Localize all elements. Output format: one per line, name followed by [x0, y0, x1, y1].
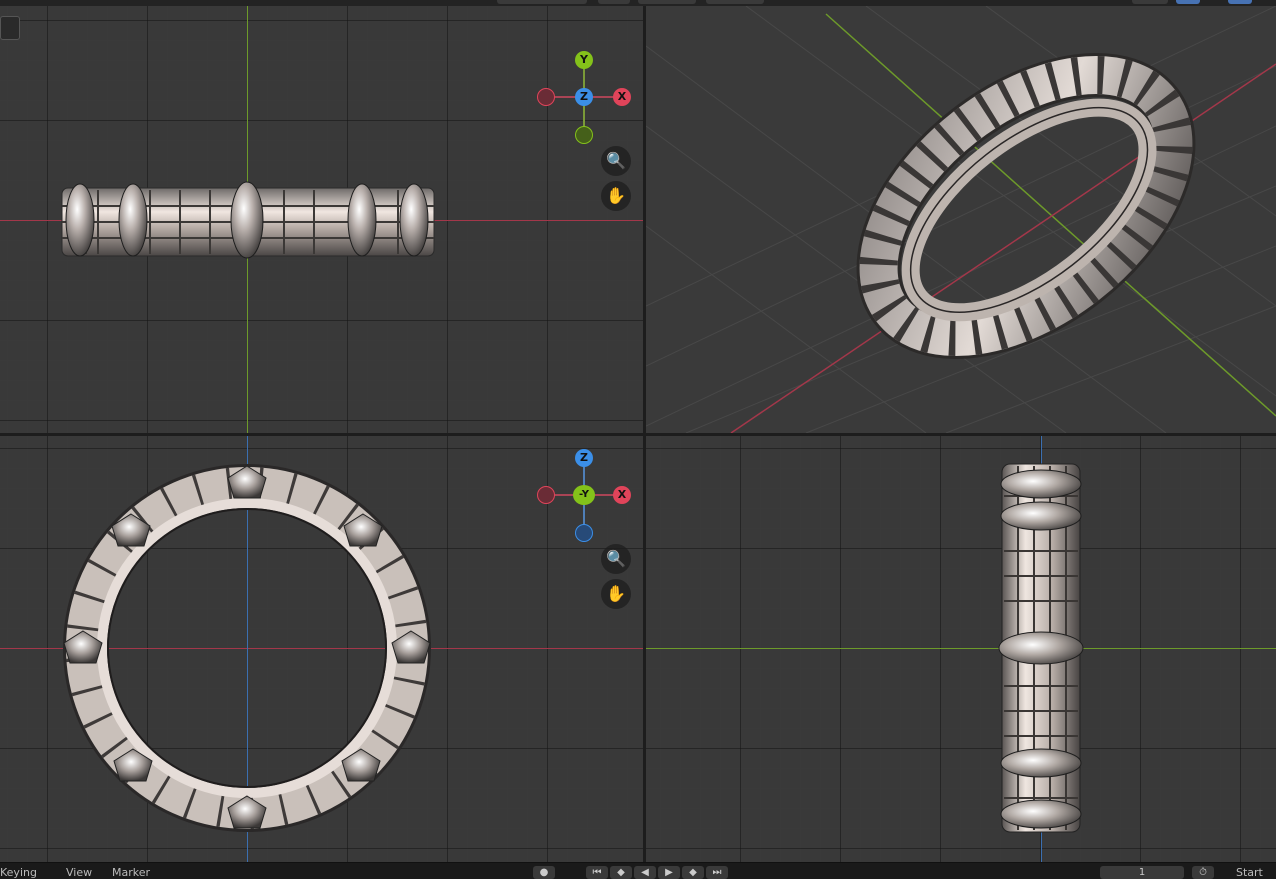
gizmo-x-axis[interactable]: X: [613, 486, 631, 504]
gizmo-neg-y-axis[interactable]: -Y: [573, 485, 595, 505]
prev-keyframe-button[interactable]: ◆: [610, 866, 632, 879]
menu-view[interactable]: View: [66, 866, 92, 879]
jump-start-button[interactable]: ⏮: [586, 866, 608, 879]
timeline-header: Keying View Marker ● ⏮ ◆ ◀ ▶ ◆ ⏭ 1 ⏱ Sta…: [0, 862, 1276, 879]
ring-side-view: [998, 463, 1084, 833]
header-widget[interactable]: [706, 0, 764, 4]
hand-icon[interactable]: ✋: [601, 579, 631, 609]
viewport-perspective[interactable]: [646, 6, 1276, 433]
hand-icon[interactable]: ✋: [601, 181, 631, 211]
viewport-top[interactable]: Z -Y X 🔍 ✋: [0, 436, 643, 862]
gizmo-neg-x-axis[interactable]: [537, 88, 555, 106]
gizmo-neg-y-axis[interactable]: [575, 126, 593, 144]
stopwatch-icon[interactable]: ⏱: [1192, 866, 1214, 879]
current-frame-field[interactable]: 1: [1100, 866, 1184, 879]
viewport-side[interactable]: [646, 436, 1276, 862]
header-widget[interactable]: [497, 0, 587, 4]
start-frame-label[interactable]: Start: [1236, 866, 1263, 879]
record-button[interactable]: ●: [533, 866, 555, 879]
next-keyframe-button[interactable]: ◆: [682, 866, 704, 879]
gizmo-neg-z-axis[interactable]: [575, 524, 593, 542]
play-reverse-button[interactable]: ◀: [634, 866, 656, 879]
zoom-icon[interactable]: 🔍: [601, 544, 631, 574]
header-toggle[interactable]: [1176, 0, 1200, 4]
menu-marker[interactable]: Marker: [112, 866, 150, 879]
header-widget[interactable]: [638, 0, 696, 4]
navigation-gizmo[interactable]: Z -Y X: [535, 446, 635, 546]
menu-keying[interactable]: Keying: [0, 866, 37, 879]
viewport-front[interactable]: Y Z X 🔍 ✋: [0, 6, 643, 433]
zoom-icon[interactable]: 🔍: [601, 146, 631, 176]
header-widget[interactable]: [598, 0, 630, 4]
jump-end-button[interactable]: ⏭: [706, 866, 728, 879]
play-button[interactable]: ▶: [658, 866, 680, 879]
gizmo-z-axis[interactable]: Z: [575, 449, 593, 467]
gizmo-neg-x-axis[interactable]: [537, 486, 555, 504]
header-toggle[interactable]: [1228, 0, 1252, 4]
gizmo-y-axis[interactable]: Y: [575, 51, 593, 69]
header-widget[interactable]: [1132, 0, 1168, 4]
gizmo-z-axis[interactable]: Z: [575, 88, 593, 106]
gizmo-x-axis[interactable]: X: [613, 88, 631, 106]
ring-perspective-view: [646, 6, 1276, 433]
navigation-gizmo[interactable]: Y Z X: [535, 48, 635, 148]
